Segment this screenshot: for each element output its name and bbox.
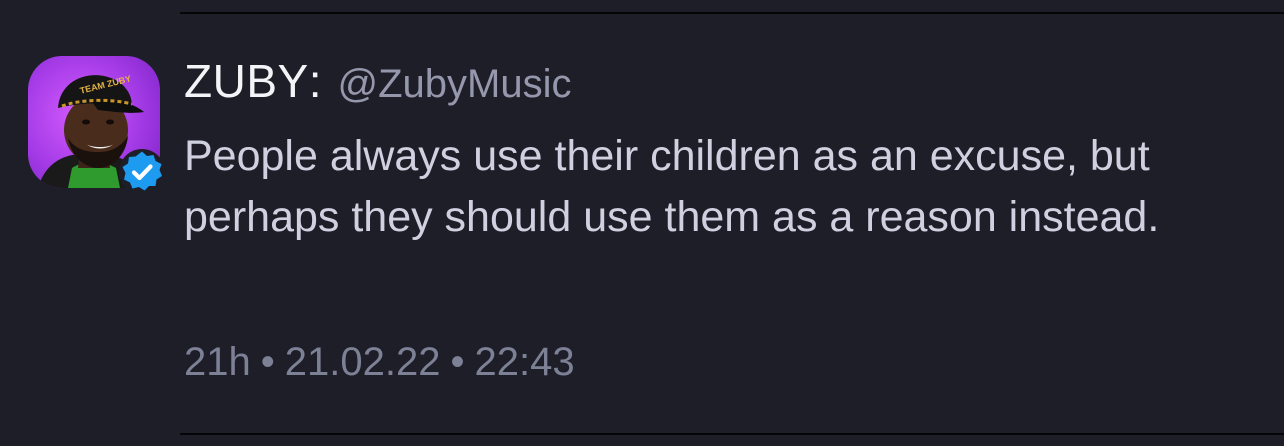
user-handle[interactable]: @ZubyMusic (337, 62, 571, 107)
verified-badge-icon (119, 149, 165, 195)
tweet-meta: 21h • 21.02.22 • 22:43 (184, 340, 575, 385)
relative-time: 21h (184, 340, 251, 384)
tweet-header: ZUBY : @ZubyMusic (184, 54, 571, 118)
top-divider (180, 12, 1284, 14)
display-name[interactable]: ZUBY (184, 54, 309, 108)
bottom-divider (180, 433, 1284, 435)
tweet-date: 21.02.22 (284, 340, 441, 384)
tweet-card: TEAM ZUBY ZUBY : @ZubyMusic People alway… (0, 0, 1284, 446)
name-separator: : (308, 55, 322, 107)
tweet-time: 22:43 (474, 340, 575, 384)
tweet-text: People always use their children as an e… (184, 132, 1160, 241)
meta-separator: • (260, 340, 275, 384)
meta-separator: • (450, 340, 465, 384)
